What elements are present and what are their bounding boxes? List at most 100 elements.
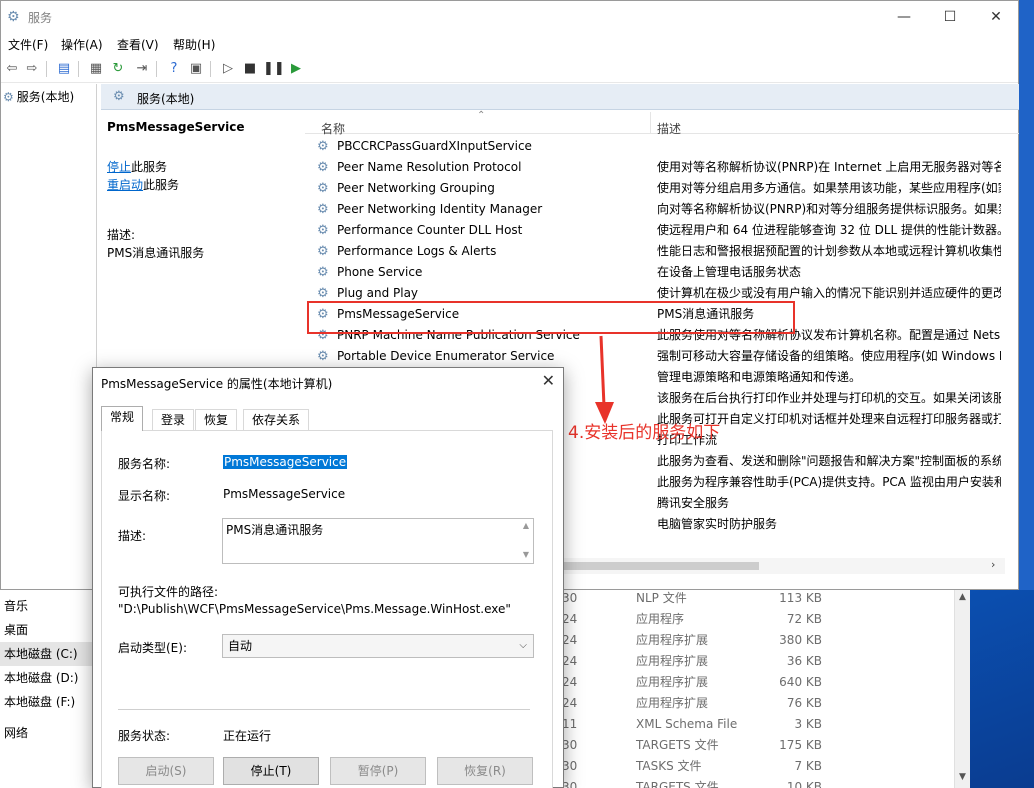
file-row[interactable]: 24 应用程序扩展 380 KB xyxy=(560,630,970,651)
nav-item-drive-d[interactable]: 本地磁盘 (D:) xyxy=(0,666,92,690)
file-size-cell: 175 KB xyxy=(779,738,822,752)
column-divider[interactable] xyxy=(650,112,651,134)
table-row[interactable]: ⚙ PBCCRCPassGuardXInputService xyxy=(305,136,1001,157)
detail-description-label: 描述: xyxy=(107,228,136,242)
nav-item-drive-f[interactable]: 本地磁盘 (F:) xyxy=(0,690,92,714)
refresh-icon[interactable]: ↻ xyxy=(109,60,127,78)
table-row[interactable]: ⚙ Peer Networking Identity Manager 向对等名称解析… xyxy=(305,199,1001,220)
service-description-cell: 管理电源策略和电源策略通知和传递。 xyxy=(657,370,862,384)
executable-path-label: 可执行文件的路径: xyxy=(118,585,219,599)
column-header-name[interactable]: 名称 xyxy=(321,120,345,137)
service-description-cell: 电脑管家实时防护服务 xyxy=(657,517,778,531)
service-description-cell: 向对等名称解析协议(PNRP)和对等分组服务提供标识服务。如果禁 xyxy=(657,202,1001,216)
pane-title: 服务(本地) xyxy=(137,92,195,106)
file-date-cell: 24 xyxy=(562,633,578,647)
table-row[interactable]: ⚙ Portable Device Enumerator Service 强制可移动… xyxy=(305,346,1001,367)
toolbar-divider xyxy=(46,61,47,77)
service-name-value[interactable]: PmsMessageService xyxy=(223,455,348,469)
file-row[interactable]: 30 TASKS 文件 7 KB xyxy=(560,756,970,777)
restart-service-link[interactable]: 重启动 xyxy=(107,178,143,192)
tab-general[interactable]: 常规 xyxy=(101,406,144,431)
detail-service-name: PmsMessageService xyxy=(107,120,245,134)
service-status-label: 服务状态: xyxy=(118,729,171,743)
startup-type-select[interactable]: 自动 ⌵ xyxy=(222,634,534,658)
maximize-button[interactable]: ☐ xyxy=(927,1,973,33)
description-scrollbar[interactable]: ▲ ▼ xyxy=(519,519,533,563)
console-tree-icon[interactable]: ▤ xyxy=(55,60,73,78)
nav-item-drive-c[interactable]: 本地磁盘 (C:) xyxy=(0,642,92,666)
scroll-right-icon[interactable]: › xyxy=(991,558,995,571)
dialog-close-icon[interactable]: ✕ xyxy=(542,371,555,390)
properties-sheet-icon[interactable]: ▦ xyxy=(87,60,105,78)
display-name-value[interactable]: PmsMessageService xyxy=(223,487,345,501)
tab-recovery[interactable]: 恢复 xyxy=(195,409,238,431)
table-row[interactable]: ⚙ Peer Networking Grouping 使用对等分组启用多方通信。如果… xyxy=(305,178,1001,199)
forward-arrow-icon[interactable]: ⇨ xyxy=(23,60,41,78)
table-row[interactable]: ⚙ Performance Counter DLL Host 使远程用户和 64 位… xyxy=(305,220,1001,241)
service-gear-icon: ⚙ xyxy=(317,349,329,364)
file-date-cell: 30 xyxy=(562,738,578,752)
menu-file[interactable]: 文件(F) xyxy=(8,36,48,53)
service-name-cell: Peer Networking Grouping xyxy=(337,181,495,195)
nav-item-network[interactable]: 网络 xyxy=(0,721,92,745)
back-arrow-icon[interactable]: ⇦ xyxy=(3,60,21,78)
services-gear-icon: ⚙ xyxy=(113,89,125,104)
service-description-cell: 使用对等分组启用多方通信。如果禁用该功能，某些应用程序(如家 xyxy=(657,181,1001,195)
tree-item-label: 服务(本地) xyxy=(16,90,75,104)
file-size-cell: 76 KB xyxy=(786,696,822,710)
minimize-button[interactable]: — xyxy=(881,1,927,33)
show-pane-icon[interactable]: ▣ xyxy=(187,60,205,78)
explorer-scrollbar[interactable]: ▲ ▼ xyxy=(954,590,970,788)
file-row[interactable]: 24 应用程序 72 KB xyxy=(560,609,970,630)
nav-item-music[interactable]: 音乐 xyxy=(0,594,92,618)
file-date-cell: 30 xyxy=(562,780,578,788)
file-row[interactable]: 24 应用程序扩展 640 KB xyxy=(560,672,970,693)
nav-item-desktop[interactable]: 桌面 xyxy=(0,618,92,642)
close-button[interactable]: ✕ xyxy=(973,1,1019,33)
menu-action[interactable]: 操作(A) xyxy=(61,36,103,53)
export-list-icon[interactable]: ⇥ xyxy=(133,60,151,78)
file-size-cell: 640 KB xyxy=(779,675,822,689)
file-date-cell: 24 xyxy=(562,675,578,689)
executable-path-value[interactable]: "D:\Publish\WCF\PmsMessageService\Pms.Me… xyxy=(118,602,511,616)
play-icon[interactable]: ▷ xyxy=(219,60,237,78)
scroll-up-icon[interactable]: ▲ xyxy=(959,592,966,602)
table-row[interactable]: ⚙ Peer Name Resolution Protocol 使用对等名称解析协议… xyxy=(305,157,1001,178)
restart-icon[interactable]: ▶ xyxy=(287,60,305,78)
table-row[interactable]: ⚙ Phone Service 在设备上管理电话服务状态 xyxy=(305,262,1001,283)
service-name-selected-text[interactable]: PmsMessageService xyxy=(223,455,348,469)
stop-service-suffix: 此服务 xyxy=(131,160,168,174)
service-description-cell: 在设备上管理电话服务状态 xyxy=(657,265,802,279)
desktop-background xyxy=(1019,0,1034,590)
file-row[interactable]: 11 XML Schema File 3 KB xyxy=(560,714,970,735)
pause-button[interactable]: 暂停(P) xyxy=(330,757,426,785)
tab-dependencies[interactable]: 依存关系 xyxy=(243,409,310,431)
description-textbox[interactable]: PMS消息通讯服务 ▲ ▼ xyxy=(222,518,534,564)
file-row[interactable]: 30 NLP 文件 113 KB xyxy=(560,590,970,609)
toolbar-divider xyxy=(78,61,79,77)
restart-service-suffix: 此服务 xyxy=(143,178,180,192)
help-icon[interactable]: ? xyxy=(165,60,183,78)
service-description-cell: 性能日志和警报根据预配置的计划参数从本地或远程计算机收集性 xyxy=(657,244,1001,258)
menu-help[interactable]: 帮助(H) xyxy=(173,36,215,53)
stop-icon[interactable]: ■ xyxy=(241,60,259,78)
file-row[interactable]: 24 应用程序扩展 36 KB xyxy=(560,651,970,672)
stop-button[interactable]: 停止(T) xyxy=(223,757,319,785)
tab-logon[interactable]: 登录 xyxy=(152,409,195,431)
table-row[interactable]: ⚙ Performance Logs & Alerts 性能日志和警报根据预配置的计… xyxy=(305,241,1001,262)
stop-service-link[interactable]: 停止 xyxy=(107,160,131,174)
scroll-down-icon[interactable]: ▼ xyxy=(959,772,966,782)
file-row[interactable]: 24 应用程序扩展 76 KB xyxy=(560,693,970,714)
resume-button[interactable]: 恢复(R) xyxy=(437,757,533,785)
file-row[interactable]: 30 TARGETS 文件 175 KB xyxy=(560,735,970,756)
properties-dialog: PmsMessageService 的属性(本地计算机) ✕ 常规 登录 恢复 … xyxy=(92,367,564,788)
tree-item-services-local[interactable]: ⚙ 服务(本地) xyxy=(3,88,74,106)
menu-view[interactable]: 查看(V) xyxy=(117,36,159,53)
file-row[interactable]: 30 TARGETS 文件 10 KB xyxy=(560,777,970,788)
general-tab-panel: 服务名称: PmsMessageService 显示名称: PmsMessage… xyxy=(101,430,553,788)
scroll-down-icon[interactable]: ▼ xyxy=(519,550,533,559)
start-button[interactable]: 启动(S) xyxy=(118,757,214,785)
pause-icon[interactable]: ❚❚ xyxy=(263,60,285,78)
column-header-description[interactable]: 描述 xyxy=(657,120,681,137)
scroll-up-icon[interactable]: ▲ xyxy=(519,521,533,530)
